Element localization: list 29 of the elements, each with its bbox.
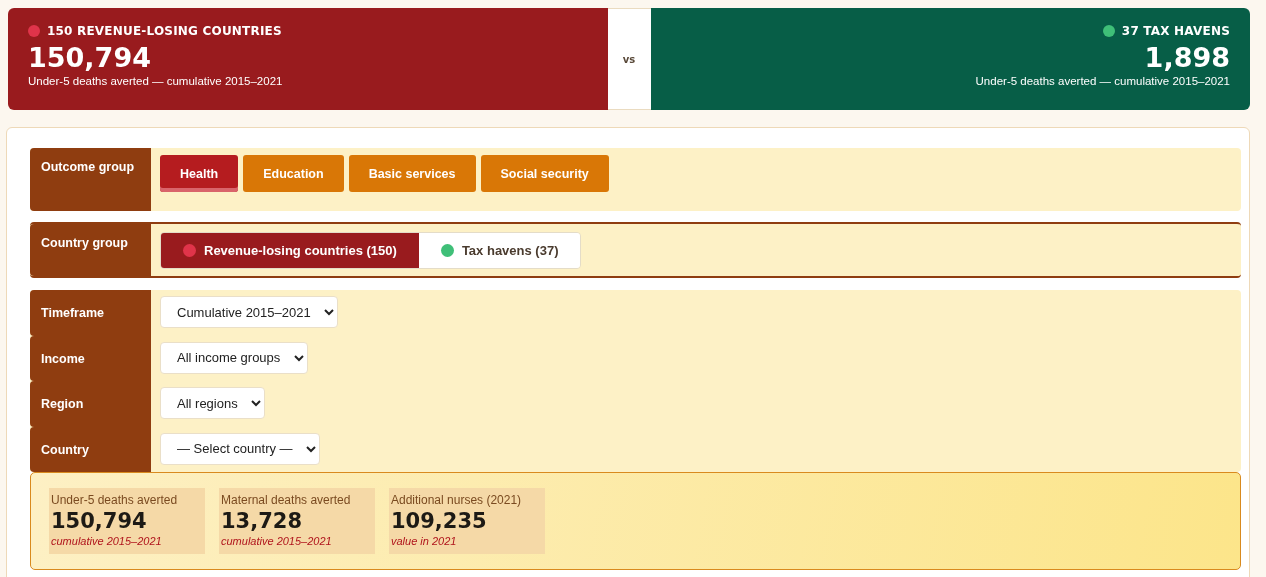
dropdown[interactable]: All income groups: [160, 341, 308, 374]
stat-label: Additional nurses (2021): [391, 493, 522, 507]
stat-note: cumulative 2015–2021: [221, 535, 332, 547]
stat-value: 13,728: [221, 508, 303, 535]
versus-label: vs: [607, 8, 651, 110]
group-title: 37 TAX HAVENS: [1121, 24, 1230, 38]
row-label: Outcome group: [30, 148, 151, 211]
dropdown[interactable]: — Select country —: [160, 432, 320, 465]
dropdown[interactable]: Cumulative 2015–2021: [160, 296, 338, 328]
stat-value: 150,794: [51, 508, 147, 535]
row-label: Country group: [30, 224, 151, 276]
row-label: Region: [30, 381, 151, 427]
stat-label: Maternal deaths averted: [221, 493, 351, 507]
value-caption: Under-5 deaths averted — cumulative 2015–2021: [975, 75, 1230, 87]
stat-note: value in 2021: [391, 535, 457, 547]
stat-note: cumulative 2015–2021: [51, 535, 162, 547]
stat-value: 109,235: [391, 508, 487, 535]
row-label: Country: [30, 426, 151, 472]
row-label: Income: [30, 335, 151, 381]
country-group-toggle[interactable]: Revenue-losing countries (150): [161, 233, 419, 268]
headline-value: 1,898: [1144, 41, 1230, 75]
dropdown[interactable]: All regions: [160, 387, 265, 419]
stat-label: Under-5 deaths averted: [51, 493, 178, 507]
value-caption: Under-5 deaths averted — cumulative 2015–2021: [28, 75, 283, 87]
row-label: Timeframe: [30, 290, 151, 336]
outcome-tab[interactable]: Health: [160, 155, 239, 192]
country-group-toggle[interactable]: Tax havens (37): [418, 233, 581, 268]
headline-value: 150,794: [28, 41, 151, 75]
group-title: 150 REVENUE-LOSING COUNTRIES: [47, 24, 282, 38]
